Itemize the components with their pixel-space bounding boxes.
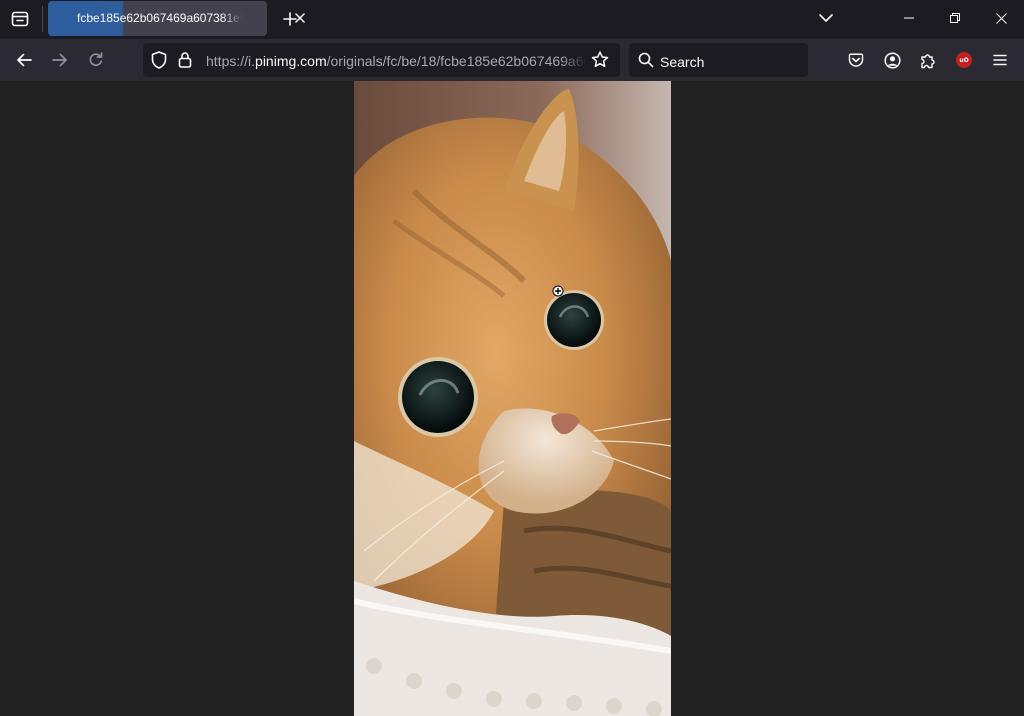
star-icon[interactable]: [591, 51, 609, 68]
tab-list-icon: [11, 11, 29, 27]
close-window-button[interactable]: [978, 4, 1024, 32]
restore-button[interactable]: [932, 4, 978, 32]
url-prefix: https://i.: [206, 53, 256, 69]
forward-button[interactable]: [44, 44, 76, 76]
shield-icon[interactable]: [151, 51, 167, 69]
ublock-button[interactable]: uO: [948, 44, 980, 76]
search-icon: [638, 52, 654, 68]
url-path: /originals/fc/be/18/fcbe185e62b067469a60…: [326, 53, 586, 69]
chevron-down-icon: [819, 14, 833, 22]
tab-list-button[interactable]: [4, 4, 36, 34]
ublock-icon: uO: [956, 52, 972, 68]
new-tab-button[interactable]: [276, 5, 304, 33]
minimize-button[interactable]: [886, 4, 932, 32]
plus-icon: [283, 12, 297, 26]
pocket-button[interactable]: [840, 44, 872, 76]
kitten-image[interactable]: [354, 81, 671, 716]
search-input[interactable]: Search: [660, 54, 704, 70]
list-all-tabs-button[interactable]: [812, 4, 840, 32]
close-icon: [995, 12, 1007, 24]
reload-button[interactable]: [80, 44, 112, 76]
account-icon: [883, 51, 901, 69]
lock-icon[interactable]: [178, 51, 192, 68]
navigation-toolbar: https://i.pinimg.com/originals/fc/be/18/…: [0, 39, 1024, 81]
tab-active[interactable]: fcbe185e62b067469a607381eb0: [48, 1, 305, 36]
reload-icon: [89, 52, 103, 66]
address-bar[interactable]: https://i.pinimg.com/originals/fc/be/18/…: [143, 43, 620, 77]
pocket-icon: [848, 52, 864, 67]
hamburger-icon: [993, 54, 1007, 66]
zoom-in-cursor-icon: [552, 285, 564, 297]
search-bar[interactable]: Search: [629, 43, 808, 77]
tab-divider: [42, 6, 43, 32]
back-button[interactable]: [8, 44, 40, 76]
minimize-icon: [904, 17, 914, 19]
app-menu-button[interactable]: [984, 44, 1016, 76]
url-host: pinimg.com: [255, 53, 327, 69]
arrow-left-icon: [17, 53, 32, 67]
tab-strip: fcbe185e62b067469a607381eb0: [0, 0, 1024, 39]
puzzle-icon: [920, 53, 935, 68]
arrow-right-icon: [52, 53, 67, 67]
page-viewport: [0, 81, 1024, 716]
url-text[interactable]: https://i.pinimg.com/originals/fc/be/18/…: [206, 53, 586, 69]
kitten-photo: [354, 81, 671, 716]
extensions-button[interactable]: [912, 44, 944, 76]
account-button[interactable]: [876, 44, 908, 76]
restore-icon: [950, 13, 960, 23]
tab-title: fcbe185e62b067469a607381eb0: [77, 11, 242, 25]
